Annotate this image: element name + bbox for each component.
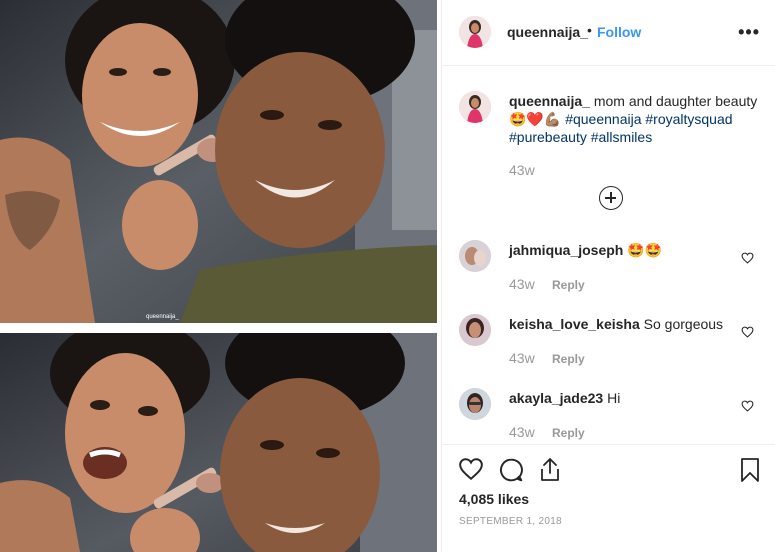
reply-button[interactable]: Reply	[552, 352, 585, 366]
post-header: queennaija_ • Follow •••	[442, 0, 775, 66]
comment-item: jahmiqua_joseph 🤩🤩 43w Reply	[442, 240, 775, 314]
post-actions: 4,085 likes SEPTEMBER 1, 2018	[442, 444, 775, 552]
comment-like-icon[interactable]	[741, 400, 754, 412]
caption-emojis: 🤩❤️💪🏽	[509, 111, 562, 127]
author-username[interactable]: queennaija_	[507, 24, 588, 40]
likes-count[interactable]: 4,085 likes	[459, 491, 529, 507]
photo-bottom	[0, 333, 437, 552]
commenter-avatar[interactable]	[459, 388, 491, 420]
hashtag-royaltysquad[interactable]: #royaltysquad	[645, 111, 732, 127]
comment-body: 🤩🤩	[627, 242, 663, 258]
share-icon[interactable]	[538, 457, 562, 483]
bookmark-icon[interactable]	[740, 457, 760, 483]
comment-username[interactable]: jahmiqua_joseph	[509, 242, 623, 258]
photo-watermark: queennaija_	[146, 314, 179, 320]
comment-username[interactable]: akayla_jade23	[509, 390, 603, 406]
comment-timestamp[interactable]: 43w	[509, 276, 535, 292]
comment-like-icon[interactable]	[741, 326, 754, 338]
commenter-avatar[interactable]	[459, 314, 491, 346]
post-panel: queennaija_ • Follow ••• queennaija_ mom…	[441, 0, 775, 552]
post-media[interactable]: queennaija_	[0, 0, 437, 552]
caption-timestamp[interactable]: 43w	[509, 162, 535, 178]
comment-body: Hi	[607, 390, 621, 406]
commenter-avatar[interactable]	[459, 240, 491, 272]
plus-circle-icon[interactable]	[599, 186, 623, 210]
reply-button[interactable]: Reply	[552, 426, 585, 440]
hashtag-purebeauty[interactable]: #purebeauty	[509, 129, 587, 145]
comment-text: akayla_jade23 Hi	[509, 390, 620, 406]
caption-username[interactable]: queennaija_	[509, 93, 590, 109]
comment-text: jahmiqua_joseph 🤩🤩	[509, 242, 662, 259]
caption-text: queennaija_ mom and daughter beauty 🤩❤️💪🏽…	[509, 92, 759, 146]
separator-dot: •	[587, 22, 592, 38]
hashtag-allsmiles[interactable]: #allsmiles	[591, 129, 652, 145]
comment-like-icon[interactable]	[741, 252, 754, 264]
comment-timestamp[interactable]: 43w	[509, 350, 535, 366]
comment-icon[interactable]	[498, 457, 524, 483]
caption-body: mom and daughter beauty	[593, 93, 758, 109]
comment-body: So gorgeous	[643, 316, 724, 332]
heart-icon[interactable]	[458, 457, 484, 481]
post-date: SEPTEMBER 1, 2018	[459, 516, 562, 527]
comment-item: keisha_love_keisha So gorgeous 43w Reply	[442, 314, 775, 388]
author-avatar[interactable]	[459, 16, 491, 48]
photo-top: queennaija_	[0, 0, 437, 323]
comment-timestamp[interactable]: 43w	[509, 424, 535, 440]
comment-username[interactable]: keisha_love_keisha	[509, 316, 640, 332]
caption-avatar[interactable]	[459, 91, 491, 123]
more-options-icon[interactable]: •••	[738, 22, 760, 43]
reply-button[interactable]: Reply	[552, 278, 585, 292]
comment-text: keisha_love_keisha So gorgeous	[509, 316, 723, 332]
hashtag-queennaija[interactable]: #queennaija	[565, 111, 641, 127]
follow-button[interactable]: Follow	[597, 24, 641, 40]
